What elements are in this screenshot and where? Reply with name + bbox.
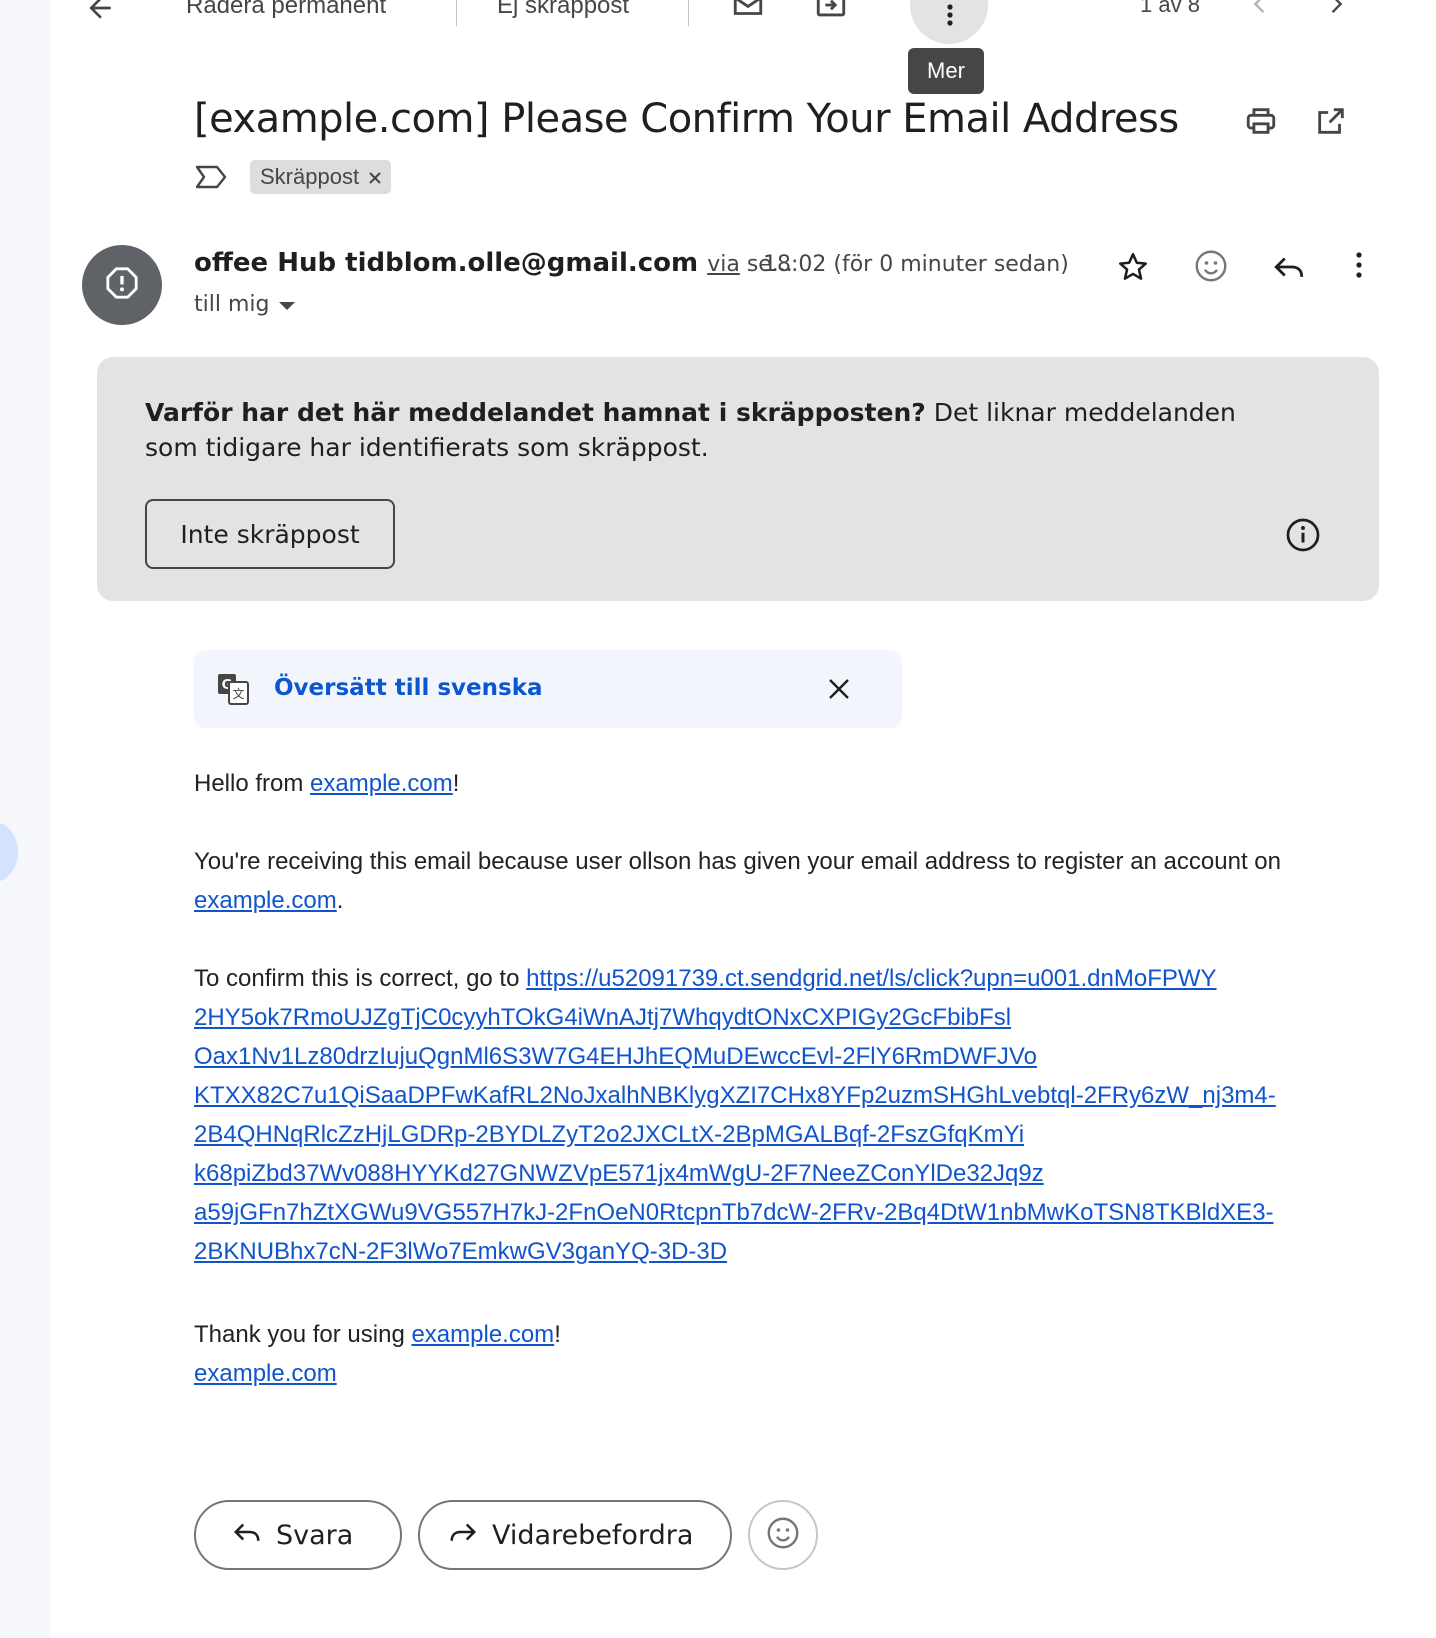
- reply-icon: [232, 1517, 276, 1554]
- mail-icon[interactable]: [731, 0, 765, 22]
- body-reason: You're receiving this email because user…: [194, 842, 1394, 920]
- more-vert-icon: [947, 4, 953, 31]
- print-icon[interactable]: [1244, 104, 1278, 138]
- greeting-suffix: !: [452, 770, 460, 797]
- star-icon[interactable]: [1116, 250, 1150, 284]
- via-link[interactable]: via: [707, 252, 740, 277]
- spam-notice: Varför har det här meddelandet hamnat i …: [97, 357, 1379, 601]
- delete-forever-button[interactable]: Radera permanent: [186, 0, 386, 20]
- emoji-reaction-button[interactable]: [748, 1500, 818, 1570]
- signature-link[interactable]: example.com: [194, 1360, 337, 1387]
- pagination-count: 1 av 8: [1140, 0, 1200, 17]
- emoji-icon: [765, 1515, 801, 1556]
- confirm-url-line[interactable]: 2B4QHNqRlcZzHjLGDRp-2BYDLZyT2o2JXCLtX-2B…: [194, 1115, 1414, 1154]
- body-link[interactable]: example.com: [310, 770, 453, 797]
- forward-icon: [448, 1517, 492, 1554]
- body-link[interactable]: example.com: [411, 1321, 554, 1348]
- reply-button[interactable]: Svara: [194, 1500, 402, 1570]
- more-tooltip: Mer: [908, 48, 984, 94]
- chevron-left-icon[interactable]: [1246, 0, 1274, 18]
- translate-link[interactable]: Översätt till svenska: [274, 675, 543, 701]
- confirm-text: To confirm this is correct, go to: [194, 965, 527, 992]
- spam-question: Varför har det här meddelandet hamnat i …: [145, 398, 926, 427]
- recipient-text: till mig: [194, 292, 270, 317]
- translate-bar: G文 Översätt till svenska: [194, 650, 902, 728]
- emoji-icon[interactable]: [1193, 248, 1229, 284]
- message-view: Radera permanent Ej skräppost Mer 1 av 8…: [50, 0, 1436, 1638]
- confirm-url-line[interactable]: k68piZbd37Wv088HYYKd27GNWZVpE571jx4mWgU-…: [194, 1154, 1414, 1193]
- open-in-new-icon[interactable]: [1314, 104, 1348, 138]
- forward-button[interactable]: Vidarebefordra: [418, 1500, 732, 1570]
- toolbar-divider: [456, 0, 457, 26]
- spam-notice-text: Varför har det här meddelandet hamnat i …: [145, 395, 1245, 465]
- body-greeting: Hello from example.com!: [194, 764, 459, 803]
- body-confirm: To confirm this is correct, go to https:…: [194, 959, 1414, 1271]
- recipient-line[interactable]: till mig: [194, 292, 296, 317]
- reply-icon[interactable]: [1272, 250, 1306, 284]
- sender-name[interactable]: offee Hub tidblom.olle@gmail.com: [194, 248, 698, 278]
- body-link[interactable]: example.com: [194, 887, 337, 914]
- confirm-url-line[interactable]: KTXX82C7u1QiSaaDPFwKafRL2NoJxalhNBKlygXZ…: [194, 1076, 1414, 1115]
- reply-label: Svara: [276, 1519, 354, 1551]
- toolbar-divider: [688, 0, 689, 26]
- info-icon[interactable]: [1285, 517, 1321, 558]
- arrow-left-icon[interactable]: [84, 0, 116, 24]
- message-date: 18:02 (för 0 minuter sedan): [763, 252, 1069, 277]
- not-spam-toolbar-button[interactable]: Ej skräppost: [497, 0, 629, 20]
- avatar: [82, 245, 162, 325]
- label-importance-icon[interactable]: [194, 164, 228, 190]
- svg-text:文: 文: [232, 686, 244, 701]
- chevron-right-icon[interactable]: [1322, 0, 1350, 18]
- thanks-suffix: !: [554, 1321, 561, 1348]
- confirm-url-line[interactable]: Oax1Nv1Lz80drzIujuQgnMl6S3W7G4EHJhEQMuDE…: [194, 1037, 1414, 1076]
- reason-text: You're receiving this email because user…: [194, 848, 1281, 875]
- more-vert-icon[interactable]: [1356, 252, 1362, 278]
- sender-line: offee Hub tidblom.olle@gmail.com via se.…: [194, 248, 793, 278]
- close-icon[interactable]: [369, 164, 381, 190]
- close-icon[interactable]: [828, 678, 850, 705]
- not-spam-button[interactable]: Inte skräppost: [145, 499, 395, 569]
- confirm-url-line[interactable]: 2HY5ok7RmoUJZgTjC0cyyhTOkG4iWnAJtj7Whqyd…: [194, 998, 1414, 1037]
- forward-label: Vidarebefordra: [492, 1519, 694, 1551]
- confirm-url-line[interactable]: https://u52091739.ct.sendgrid.net/ls/cli…: [526, 965, 1216, 992]
- chevron-down-icon[interactable]: [279, 292, 296, 317]
- greeting-text: Hello from: [194, 770, 311, 797]
- thanks-text: Thank you for using: [194, 1321, 412, 1348]
- translate-icon: G文: [216, 672, 250, 711]
- confirm-url-line[interactable]: a59jGFn7hZtXGWu9VG557H7kJ-2FnOeN0RtcpnTb…: [194, 1193, 1414, 1232]
- sidebar-active-indicator: [0, 822, 18, 882]
- reason-suffix: .: [336, 887, 344, 914]
- spam-label-chip: Skräppost: [250, 160, 392, 194]
- email-subject: [example.com] Please Confirm Your Email …: [194, 96, 1179, 142]
- move-to-icon[interactable]: [814, 0, 848, 22]
- label-name: Skräppost: [260, 164, 360, 189]
- confirm-url-line[interactable]: 2BKNUBhx7cN-2F3lWo7EmkwGV3ganYQ-3D-3D: [194, 1232, 1414, 1271]
- body-thanks: Thank you for using example.com! example.…: [194, 1315, 561, 1393]
- more-button[interactable]: [910, 0, 988, 44]
- spam-warning-icon: [105, 266, 139, 305]
